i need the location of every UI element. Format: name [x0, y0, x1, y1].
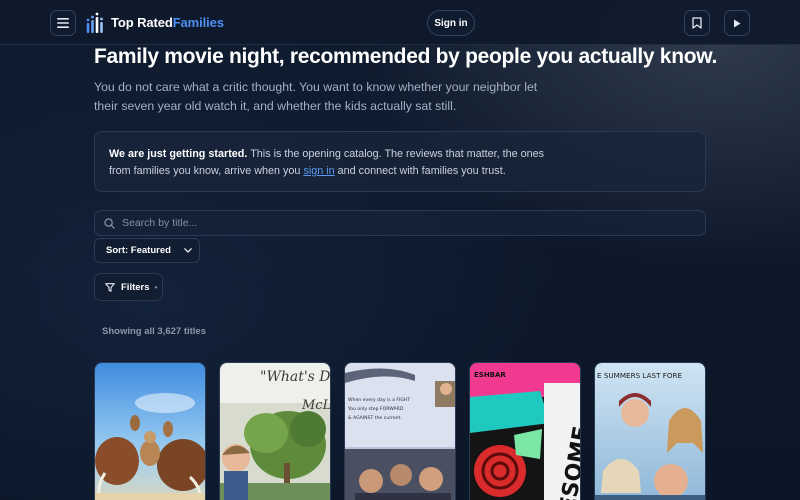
- poster-top-text: ESHBAR: [474, 371, 506, 379]
- bookmarks-button[interactable]: [684, 10, 710, 36]
- filters-indicator: •: [154, 282, 158, 292]
- poster-line-1: When every day is a FIGHT: [348, 397, 410, 403]
- poster-title-text: E SUMMERS LAST FORE: [597, 371, 683, 380]
- search-bar[interactable]: [94, 210, 706, 236]
- notice-heading: We are just getting started.: [109, 148, 248, 160]
- filters-button[interactable]: Filters •: [94, 273, 163, 301]
- movie-card[interactable]: [94, 362, 206, 500]
- search-input[interactable]: [122, 217, 682, 229]
- poster-line-3: & AGAINST the current.: [348, 415, 402, 421]
- movie-card[interactable]: ESHBAR ESOME: [469, 362, 581, 500]
- filters-label: Filters: [121, 281, 150, 293]
- movie-poster: ESHBAR ESOME: [470, 363, 580, 500]
- play-icon: [734, 19, 741, 27]
- poster-line-2: You only step FORWARD: [347, 406, 404, 412]
- funnel-icon: [105, 282, 115, 292]
- chevron-down-icon: [184, 248, 192, 253]
- sort-select[interactable]: Sort: Featured: [94, 238, 200, 263]
- movie-card[interactable]: When every day is a FIGHT You only step …: [344, 362, 456, 500]
- movie-card[interactable]: E SUMMERS LAST FORE: [594, 362, 706, 500]
- movie-poster: When every day is a FIGHT You only step …: [345, 363, 455, 500]
- logo-text-part-b: Families: [172, 15, 224, 30]
- search-icon: [104, 217, 115, 229]
- page-title: Family movie night, recommended by peopl…: [94, 45, 718, 68]
- hero-description: You do not care what a critic thought. Y…: [94, 80, 538, 113]
- movie-poster: E SUMMERS LAST FORE: [595, 363, 705, 500]
- sign-in-button[interactable]: Sign in: [427, 10, 475, 36]
- notice-text-b: and connect with families you trust.: [334, 165, 506, 177]
- poster-title-text-2: McL: [301, 398, 331, 413]
- top-bar: Top RatedFamilies Sign in: [0, 0, 800, 45]
- logo-bars-icon: [86, 12, 103, 33]
- movie-card[interactable]: "What's D McL: [219, 362, 331, 500]
- main-content: Family movie night, recommended by peopl…: [0, 0, 800, 500]
- results-count: Showing all 3,627 titles: [102, 326, 207, 337]
- site-logo[interactable]: Top RatedFamilies: [85, 12, 224, 33]
- hamburger-icon: [57, 18, 69, 28]
- movie-poster: "What's D McL: [220, 363, 331, 500]
- play-button[interactable]: [724, 10, 750, 36]
- logo-text-part-a: Top Rated: [111, 15, 173, 30]
- movie-poster: [95, 363, 205, 500]
- poster-title-text: "What's D: [260, 369, 331, 385]
- notice-sign-in-link[interactable]: sign in: [303, 165, 334, 177]
- getting-started-notice: We are just getting started. This is the…: [94, 131, 706, 192]
- menu-button[interactable]: [50, 10, 76, 36]
- logo-text: Top RatedFamilies: [111, 15, 224, 30]
- bookmark-icon: [692, 17, 702, 29]
- sort-label: Sort: Featured: [106, 245, 171, 256]
